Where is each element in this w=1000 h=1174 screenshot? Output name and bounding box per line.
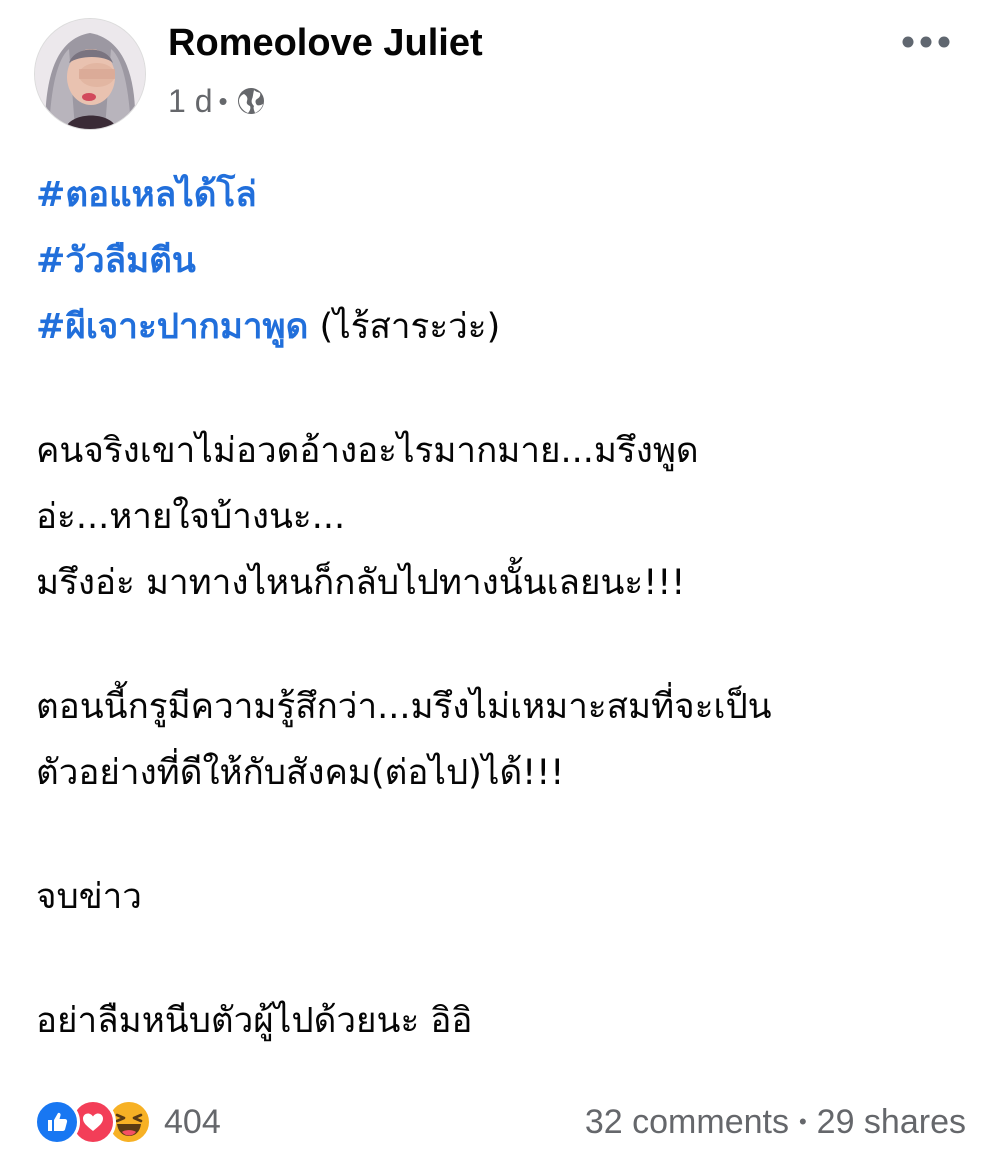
post-timestamp[interactable]: 1 d xyxy=(168,83,212,120)
post-text-line: อย่าลืมหนีบตัวผู้ไปด้วยนะ อิอิ xyxy=(36,1001,473,1041)
post-text-line: จบข่าว xyxy=(36,877,142,917)
post-text-line: ตอนนี้กรูมีความรู้สึกว่า...มรึงไม่เหมาะส… xyxy=(36,687,772,727)
post-text-line: มรึงอ่ะ มาทางไหนก็กลับไปทางนั้นเลยนะ!!! xyxy=(36,563,686,603)
reaction-count: 404 xyxy=(164,1102,221,1141)
stats-separator: • xyxy=(798,1109,807,1134)
more-options-button[interactable] xyxy=(896,22,956,62)
meta-separator: • xyxy=(218,85,228,116)
hashtag-line: #วัวลืมตีน xyxy=(36,228,986,294)
hashtag-line: #ตอแหลได้โล่ xyxy=(36,162,986,228)
like-icon xyxy=(34,1099,80,1145)
post-body: #ตอแหลได้โล่ #วัวลืมตีน #ผีเจาะปากมาพูด … xyxy=(36,162,986,1054)
post-text-line: อ่ะ...หายใจบ้างนะ... xyxy=(36,497,346,537)
post-header: Romeolove Juliet 1 d • xyxy=(0,0,1000,140)
avatar-image xyxy=(35,19,145,129)
author-name[interactable]: Romeolove Juliet xyxy=(168,20,483,66)
hashtag-link[interactable]: #ตอแหลได้โล่ xyxy=(36,175,257,215)
avatar[interactable] xyxy=(34,18,146,130)
post-text-line: ตัวอย่างที่ดีให้กับสังคม(ต่อไป)ได้!!! xyxy=(36,753,565,793)
hashtag-suffix: (ไร้สาระว่ะ) xyxy=(308,307,501,347)
shares-count-link[interactable]: 29 shares xyxy=(817,1103,966,1142)
post-footer: 404 32 comments • 29 shares xyxy=(0,1090,1000,1154)
reactions-summary[interactable]: 404 xyxy=(34,1096,221,1148)
hashtag-link[interactable]: #วัวลืมตีน xyxy=(36,241,196,281)
post-meta: 1 d • xyxy=(168,80,266,122)
more-options-icon xyxy=(902,36,950,48)
post-text-line: คนจริงเขาไม่อวดอ้างอะไรมากมาย...มรึงพูด xyxy=(36,431,699,471)
engagement-stats: 32 comments • 29 shares xyxy=(585,1096,966,1148)
globe-icon xyxy=(236,86,266,116)
hashtag-line: #ผีเจาะปากมาพูด (ไร้สาระว่ะ) xyxy=(36,294,986,360)
comments-count-link[interactable]: 32 comments xyxy=(585,1103,789,1142)
hashtag-link[interactable]: #ผีเจาะปากมาพูด xyxy=(36,307,308,347)
